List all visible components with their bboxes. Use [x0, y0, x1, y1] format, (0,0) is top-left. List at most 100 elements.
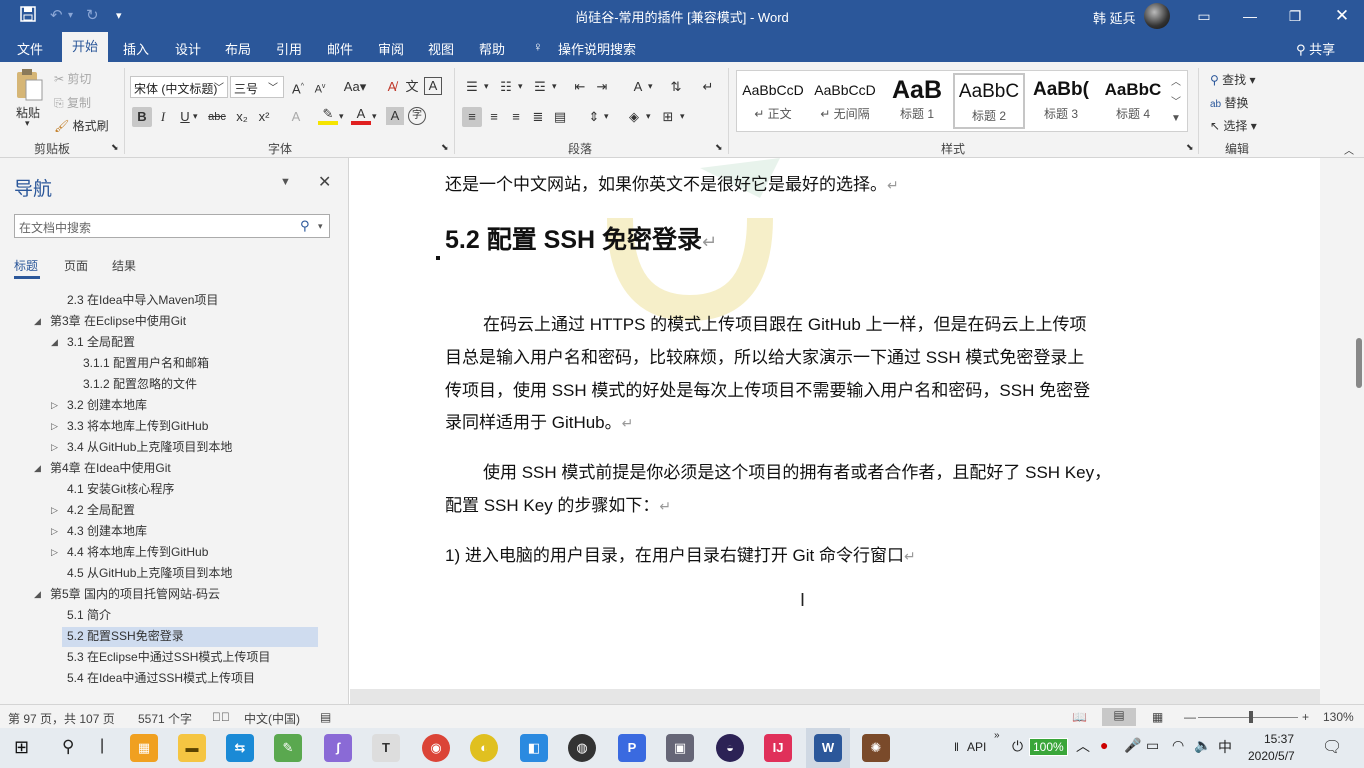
replace-button[interactable]: ab 替换 — [1210, 94, 1248, 111]
phonetic-guide-icon[interactable]: 文 — [402, 77, 422, 97]
increase-indent-icon[interactable]: ⇥ — [592, 77, 612, 97]
page-count[interactable]: 第 97 页，共 107 页 — [8, 710, 115, 727]
styles-scroll-down-icon[interactable]: ﹀ — [1171, 93, 1181, 108]
bullets-icon[interactable]: ☰ — [462, 77, 482, 97]
ime-indicator[interactable]: 中 — [1218, 737, 1232, 757]
tree-item[interactable]: 第5章 国内的项目托管网站-码云 — [50, 584, 220, 604]
tab-references[interactable]: 引用 — [276, 39, 302, 58]
expand-triangle-icon[interactable]: ▷ — [51, 542, 58, 562]
battery-icon[interactable]: ▭ — [1146, 737, 1159, 754]
tree-item[interactable]: 3.3 将本地库上传到GitHub — [67, 416, 208, 436]
tree-item[interactable]: 4.3 创建本地库 — [67, 521, 147, 541]
zoom-out-icon[interactable]: — — [1184, 710, 1196, 724]
borders-icon[interactable]: ⊞ — [658, 107, 678, 127]
highlight-dropdown-icon[interactable]: ▾ — [339, 111, 344, 122]
web-layout-icon[interactable]: ▦ — [1152, 710, 1163, 724]
volume-icon[interactable]: 🔈 — [1194, 737, 1211, 754]
tree-item[interactable]: 3.1.1 配置用户名和邮箱 — [83, 353, 209, 373]
align-center-icon[interactable]: ≡ — [484, 107, 504, 127]
collapse-triangle-icon[interactable]: ◢ — [34, 458, 41, 478]
power-plug-icon[interactable]: ⏻ — [1012, 738, 1023, 755]
microphone-icon[interactable]: 🎤 — [1124, 737, 1141, 754]
windows-start-icon[interactable]: ⊞ — [14, 737, 29, 758]
wifi-icon[interactable]: ◠ — [1172, 737, 1184, 754]
notification-icon[interactable]: 🗨 — [1322, 737, 1342, 757]
app-icon-monitor[interactable]: ▣ — [666, 734, 694, 762]
styles-scroll-up-icon[interactable]: ︿ — [1171, 73, 1181, 88]
style-no-spacing[interactable]: AaBbCcD ↵ 无间隔 — [809, 73, 881, 129]
line-spacing-dropdown-icon[interactable]: ▾ — [604, 111, 609, 122]
align-right-icon[interactable]: ≡ — [506, 107, 526, 127]
chinese-layout-dropdown-icon[interactable]: ▾ — [648, 81, 653, 92]
style-heading-1[interactable]: AaB 标题 1 — [881, 73, 953, 129]
underline-button[interactable]: U — [175, 107, 195, 127]
zoom-slider[interactable] — [1198, 717, 1298, 718]
tree-item[interactable]: 5.1 简介 — [67, 605, 111, 625]
share-button[interactable]: ⚲ 共享 — [1296, 39, 1335, 58]
avatar[interactable] — [1144, 3, 1170, 29]
tree-item[interactable]: 第4章 在Idea中使用Git — [50, 458, 171, 478]
multilevel-list-icon[interactable]: ☲ — [530, 77, 550, 97]
word-icon[interactable]: W — [814, 734, 842, 762]
battery-indicator[interactable]: 100% — [1029, 738, 1068, 756]
task-view-icon[interactable]: | — [100, 737, 104, 755]
obs-icon[interactable]: ◍ — [568, 734, 596, 762]
expand-icon[interactable]: » — [994, 730, 1000, 741]
style-heading-2[interactable]: AaBbC 标题 2 — [953, 73, 1025, 129]
app-icon-brown[interactable]: ✺ — [862, 734, 890, 762]
styles-launcher-icon[interactable]: ⬊ — [1186, 142, 1194, 153]
style-heading-3[interactable]: AaBb(标题 3 — [1025, 73, 1097, 129]
api-label[interactable]: API — [967, 740, 986, 754]
notepad-icon[interactable]: ✎ — [274, 734, 302, 762]
shrink-font-icon[interactable]: Av — [310, 77, 330, 97]
nav-search-input[interactable]: 在文档中搜索 — [14, 214, 330, 238]
chrome-icon[interactable]: ◉ — [422, 734, 450, 762]
app-icon-colorful[interactable]: ▦ — [130, 734, 158, 762]
intellij-icon[interactable]: IJ — [764, 734, 792, 762]
tab-design[interactable]: 设计 — [175, 39, 201, 58]
font-size-dropdown-icon[interactable]: ﹀ — [268, 79, 278, 94]
nav-tab-pages[interactable]: 页面 — [64, 257, 88, 274]
app-icon-yellow[interactable]: ◐ — [470, 734, 498, 762]
tell-me-search[interactable]: 操作说明搜索 — [558, 39, 636, 58]
search-icon[interactable]: ⚲ — [300, 218, 310, 234]
grow-font-icon[interactable]: A^ — [288, 77, 308, 97]
nav-tab-results[interactable]: 结果 — [112, 257, 136, 274]
zoom-slider-thumb[interactable] — [1249, 711, 1253, 723]
show-marks-icon[interactable]: ↵ — [698, 77, 718, 97]
paste-dropdown-icon[interactable]: ▾ — [25, 118, 30, 129]
vertical-scrollbar[interactable] — [1320, 158, 1364, 704]
proofing-icon[interactable]: ▯⃞ — [212, 710, 230, 724]
multilevel-dropdown-icon[interactable]: ▾ — [552, 81, 557, 92]
expand-triangle-icon[interactable]: ▷ — [51, 437, 58, 457]
expand-triangle-icon[interactable]: ▷ — [51, 416, 58, 436]
horizontal-scrollbar[interactable] — [350, 689, 1320, 704]
subscript-button[interactable]: x₂ — [232, 107, 252, 127]
strikethrough-button[interactable]: abc — [203, 107, 231, 127]
numbering-dropdown-icon[interactable]: ▾ — [518, 81, 523, 92]
close-button[interactable]: ✕ — [1322, 4, 1362, 28]
line-spacing-icon[interactable]: ⇕ — [584, 107, 604, 127]
tree-item[interactable]: 5.4 在Idea中通过SSH模式上传项目 — [67, 668, 255, 688]
clock-time[interactable]: 15:37 — [1264, 732, 1294, 746]
paragraph-launcher-icon[interactable]: ⬊ — [715, 142, 723, 153]
tree-item[interactable]: 2.3 在Idea中导入Maven项目 — [67, 290, 218, 310]
search-icon[interactable]: ⚲ — [62, 737, 74, 757]
tab-view[interactable]: 视图 — [428, 39, 454, 58]
tab-review[interactable]: 审阅 — [378, 39, 404, 58]
tree-item[interactable]: 4.4 将本地库上传到GitHub — [67, 542, 208, 562]
collapse-triangle-icon[interactable]: ◢ — [34, 311, 41, 331]
clipboard-launcher-icon[interactable]: ⬊ — [111, 142, 119, 153]
ribbon-display-options-icon[interactable]: ▭ — [1184, 4, 1224, 28]
font-name-dropdown-icon[interactable]: ﹀ — [214, 79, 224, 94]
decrease-indent-icon[interactable]: ⇤ — [570, 77, 590, 97]
app-icon-feather[interactable]: ʃ — [324, 734, 352, 762]
app-icon-p[interactable]: P — [618, 734, 646, 762]
clear-formatting-icon[interactable]: A̸ — [382, 77, 402, 97]
tree-item[interactable]: 4.5 从GitHub上克隆项目到本地 — [67, 563, 232, 583]
distributed-icon[interactable]: ▤ — [550, 107, 570, 127]
font-launcher-icon[interactable]: ⬊ — [441, 142, 449, 153]
collapse-triangle-icon[interactable]: ◢ — [34, 584, 41, 604]
expand-triangle-icon[interactable]: ▷ — [51, 521, 58, 541]
underline-dropdown-icon[interactable]: ▾ — [193, 111, 198, 122]
